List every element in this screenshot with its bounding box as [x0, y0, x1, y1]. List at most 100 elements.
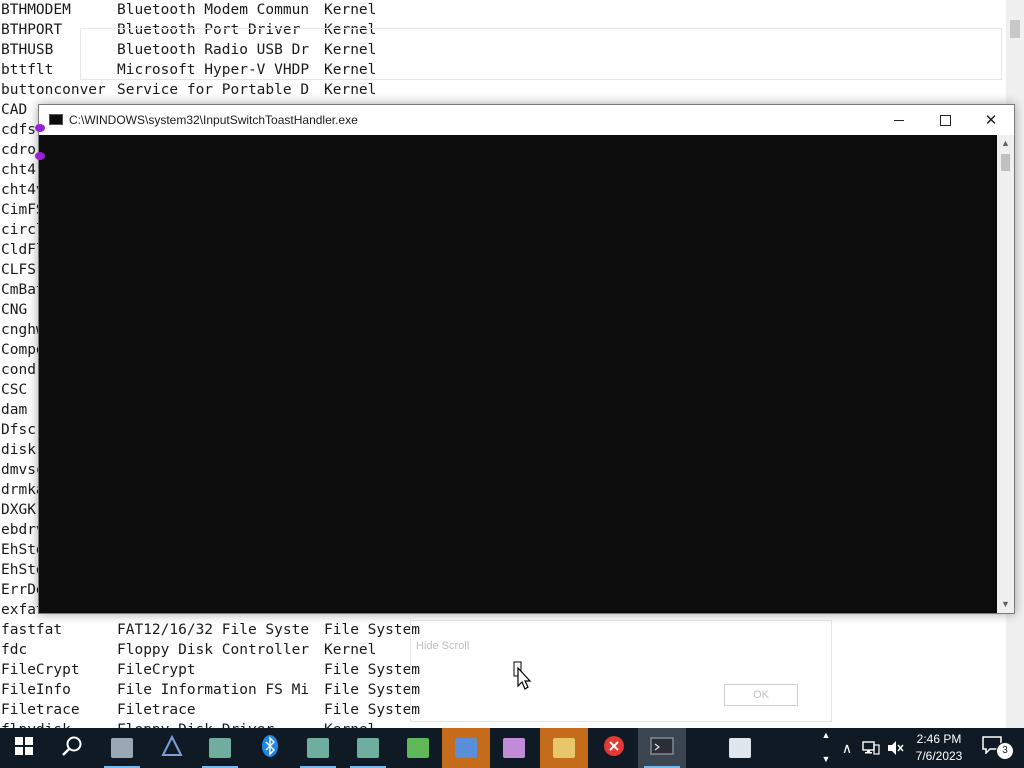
listing-desc: FAT12/16/32 File Syste	[117, 622, 310, 638]
listing-name: Dfsc	[1, 422, 36, 438]
console-window[interactable]: C:\WINDOWS\system32\InputSwitchToastHand…	[38, 104, 1015, 614]
taskbar-app-12[interactable]	[638, 728, 686, 768]
network-icon[interactable]	[862, 740, 880, 756]
ghost-window-frame	[80, 28, 1002, 80]
chevron-up-icon: ∧	[841, 739, 853, 756]
ghost-dialog-text: Hide Scroll	[416, 640, 470, 652]
listing-desc: File Information FS Mi	[117, 682, 310, 698]
tray-overflow-button[interactable]: ∧	[838, 728, 856, 768]
start-button[interactable]	[0, 728, 48, 768]
listing-name: fdc	[1, 642, 28, 658]
listing-type: Kernel	[324, 2, 377, 18]
taskbar-app-6[interactable]	[344, 728, 392, 768]
console-window-title: C:\WINDOWS\system32\InputSwitchToastHand…	[69, 113, 358, 127]
console-scrollbar-thumb[interactable]	[1001, 154, 1010, 171]
scroll-up-arrow-icon[interactable]: ▲	[997, 135, 1014, 152]
document-icon	[729, 738, 751, 758]
taskbar-app-8[interactable]	[442, 728, 490, 768]
listing-type: File System	[324, 622, 421, 638]
touch-marker	[35, 124, 45, 132]
minimize-button[interactable]	[876, 105, 922, 135]
document-window-icon	[307, 738, 329, 758]
action-center-button[interactable]: 3	[982, 736, 1014, 760]
taskbar-app-2[interactable]	[148, 728, 196, 768]
listing-type: Kernel	[324, 720, 376, 728]
listing-type: Kernel	[324, 82, 377, 98]
clock-date: 7/6/2023	[915, 749, 963, 763]
document-window-icon	[357, 738, 379, 758]
listing-type: Kernel	[324, 642, 377, 658]
package-icon	[407, 738, 429, 758]
close-app-icon	[603, 735, 625, 762]
listing-name: CLFS	[1, 262, 36, 278]
settings-tools-icon	[503, 738, 525, 758]
listing-name: disk	[1, 442, 36, 458]
maximize-button[interactable]	[922, 105, 968, 135]
listing-name: cdfs	[1, 122, 36, 138]
listing-name: CNG	[1, 302, 28, 318]
minimize-icon	[894, 119, 904, 121]
taskbar-app-7[interactable]	[394, 728, 442, 768]
volume-muted-icon[interactable]	[886, 739, 904, 757]
listing-type: File System	[324, 702, 421, 718]
listing-name: BTHPORT	[1, 22, 63, 38]
notepad-icon	[455, 738, 477, 758]
taskbar-overflow-chevron[interactable]: ▲ ▼	[818, 728, 834, 768]
windows-logo-icon	[14, 736, 34, 761]
triangle-tool-icon	[161, 734, 183, 762]
ghost-dialog	[410, 620, 832, 722]
background-scrollbar-thumb[interactable]	[1010, 20, 1020, 38]
listing-desc: Bluetooth Modem Commun	[117, 2, 310, 18]
maximize-icon	[939, 114, 951, 126]
console-scrollbar[interactable]: ▲ ▼	[997, 135, 1014, 613]
listing-desc: Filetrace	[117, 702, 196, 718]
taskbar-app-9[interactable]	[490, 728, 538, 768]
listing-desc: Service for Portable D	[117, 82, 310, 98]
listing-name: Filetrace	[1, 702, 80, 718]
touch-marker	[35, 152, 45, 160]
listing-name: BTHMODEM	[1, 2, 71, 18]
listing-name: dam	[1, 402, 28, 418]
archive-icon	[553, 738, 575, 758]
close-button[interactable]: ✕	[968, 105, 1014, 135]
search-button[interactable]	[48, 728, 96, 768]
listing-name: CSC	[1, 382, 28, 398]
taskbar-app-10[interactable]	[540, 728, 588, 768]
ghost-ok-button: OK	[724, 684, 798, 706]
taskbar-app-4[interactable]	[246, 728, 294, 768]
listing-name: BTHUSB	[1, 42, 54, 58]
taskbar-app-1[interactable]	[98, 728, 146, 768]
listing-name: cdro	[1, 142, 36, 158]
clock-time: 2:46 PM	[916, 732, 962, 746]
console-app-icon	[49, 114, 63, 125]
listing-name: FileInfo	[1, 682, 71, 698]
listing-desc: FileCrypt	[117, 662, 196, 678]
console-icon	[650, 736, 674, 760]
bluetooth-icon	[259, 734, 281, 763]
listing-type: File System	[324, 662, 421, 678]
listing-name: fastfat	[1, 622, 63, 638]
listing-type: File System	[324, 682, 421, 698]
listing-name: CAD	[1, 102, 28, 118]
mouse-cursor-icon	[513, 661, 532, 690]
scroll-down-arrow-icon[interactable]: ▼	[997, 596, 1014, 613]
close-icon: ✕	[984, 112, 998, 129]
listing-name: FileCrypt	[1, 662, 80, 678]
taskbar-app-13[interactable]	[716, 728, 764, 768]
document-window-icon	[209, 738, 231, 758]
listing-desc: Floppy Disk Driver	[117, 720, 274, 728]
chevron-down-icon: ▼	[821, 754, 831, 764]
taskbar-clock[interactable]: 2:46 PM 7/6/2023	[904, 731, 974, 765]
listing-name: flpydisk	[1, 720, 71, 728]
search-icon	[61, 735, 83, 762]
taskbar-app-11[interactable]	[590, 728, 638, 768]
notification-count-badge: 3	[996, 742, 1014, 760]
listing-name: buttonconver	[1, 82, 106, 98]
taskbar-app-3[interactable]	[196, 728, 244, 768]
listing-name: bttflt	[1, 62, 54, 78]
console-titlebar[interactable]: C:\WINDOWS\system32\InputSwitchToastHand…	[39, 105, 1014, 135]
chevron-up-icon: ▲	[821, 730, 831, 740]
listing-name: cht4	[1, 162, 36, 178]
taskbar-app-5[interactable]	[294, 728, 342, 768]
listing-desc: Floppy Disk Controller	[117, 642, 310, 658]
